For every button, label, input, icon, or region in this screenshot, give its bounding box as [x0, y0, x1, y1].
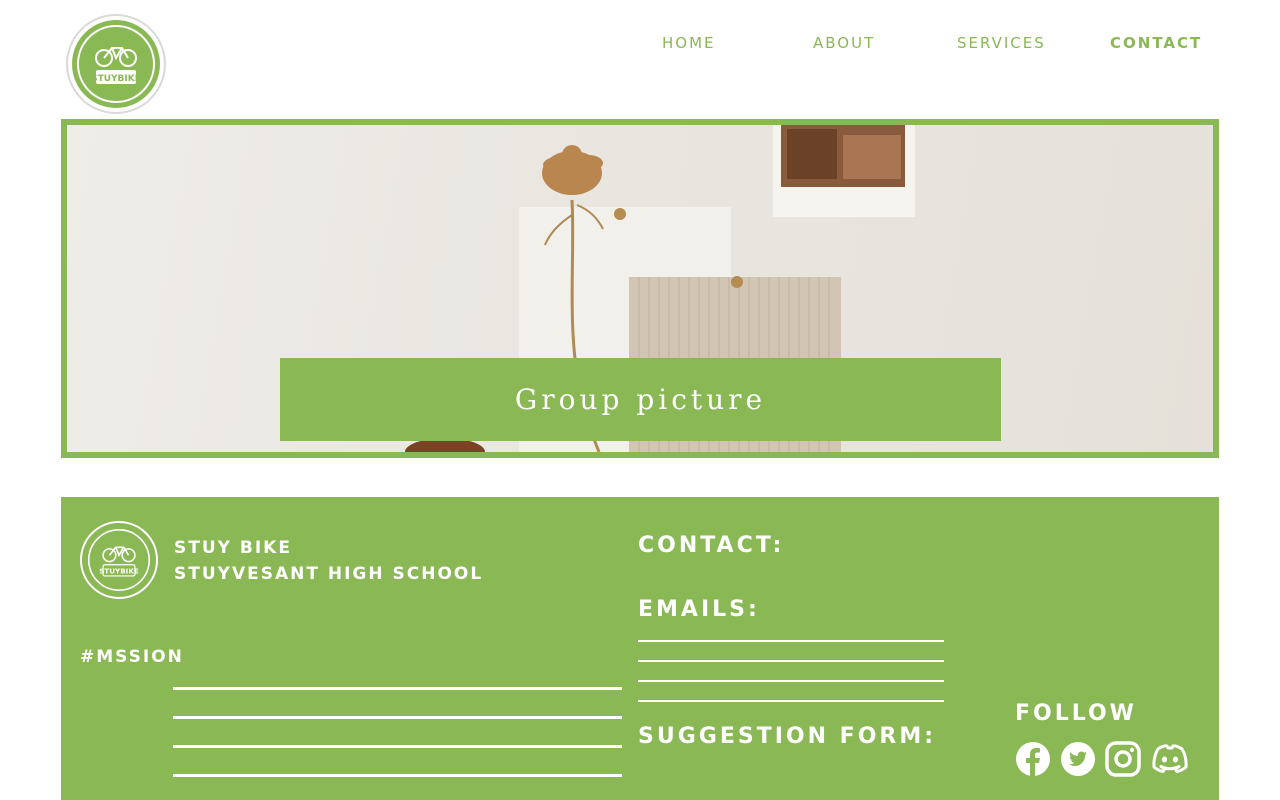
email-line	[638, 640, 944, 642]
footer-org-name: STUY BIKE	[174, 538, 292, 558]
bicycle-icon: STUYBIKE	[87, 528, 151, 592]
email-line	[638, 680, 944, 682]
svg-text:STUYBIKE: STUYBIKE	[91, 74, 141, 84]
nav-services[interactable]: SERVICES	[957, 34, 1046, 52]
email-line	[638, 660, 944, 662]
contact-heading: CONTACT:	[638, 533, 785, 558]
nav-home[interactable]: HOME	[662, 34, 716, 52]
mission-line	[173, 774, 622, 777]
footer-school-name: STUYVESANT HIGH SCHOOL	[174, 564, 484, 584]
hero-caption-band: Group picture	[280, 358, 1001, 441]
mission-line	[173, 687, 622, 690]
nav-contact[interactable]: CONTACT	[1110, 34, 1202, 52]
discord-icon[interactable]	[1150, 741, 1190, 777]
footer-logo[interactable]: STUYBIKE	[80, 521, 158, 599]
email-line	[638, 700, 944, 702]
mission-label: #MSSION	[80, 647, 184, 667]
main-nav: HOME ABOUT SERVICES CONTACT	[0, 34, 1280, 56]
mission-line	[173, 716, 622, 719]
suggestion-form-heading[interactable]: SUGGESTION FORM:	[638, 724, 936, 749]
hero-banner: Group picture	[61, 119, 1219, 458]
emails-heading: EMAILS:	[638, 597, 760, 622]
mission-line	[173, 745, 622, 748]
footer-org-block: STUY BIKE STUYVESANT HIGH SCHOOL	[174, 535, 483, 587]
follow-label: FOLLOW	[1015, 701, 1137, 726]
svg-text:STUYBIKE: STUYBIKE	[99, 567, 139, 576]
instagram-icon[interactable]	[1105, 741, 1141, 777]
site-footer: STUYBIKE STUY BIKE STUYVESANT HIGH SCHOO…	[61, 497, 1219, 800]
hero-caption: Group picture	[514, 383, 767, 416]
nav-about[interactable]: ABOUT	[813, 34, 875, 52]
twitter-icon[interactable]	[1060, 741, 1096, 777]
facebook-icon[interactable]	[1015, 741, 1051, 777]
site-logo[interactable]: STUYBIKE	[66, 14, 166, 114]
